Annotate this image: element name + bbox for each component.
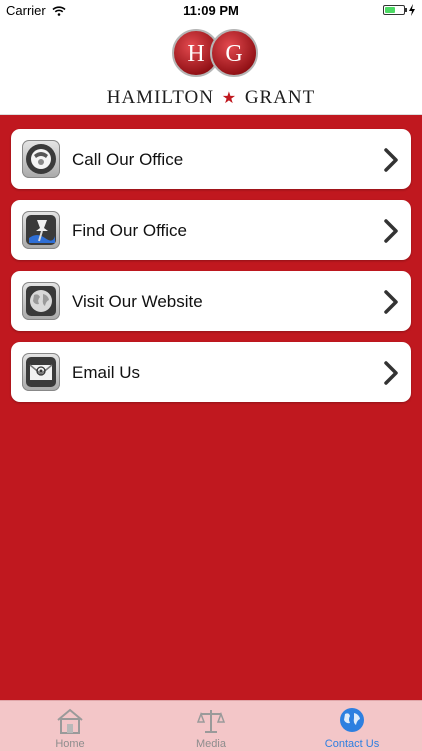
charging-icon <box>409 4 415 16</box>
scales-icon <box>196 710 226 733</box>
tab-bar: Home Media Contact Us <box>0 700 422 751</box>
status-time: 11:09 PM <box>183 3 239 18</box>
phone-icon <box>22 140 60 178</box>
email-icon <box>22 353 60 391</box>
logo-monogram-h: H <box>187 41 204 67</box>
call-office-label: Call Our Office <box>72 150 184 169</box>
hg-logo-icon: H G <box>172 29 258 77</box>
tab-contact-us[interactable]: Contact Us <box>282 701 422 751</box>
map-pin-icon <box>22 211 60 249</box>
tab-media[interactable]: Media <box>141 701 281 751</box>
email-us-label: Email Us <box>72 363 141 382</box>
visit-website-button[interactable]: Visit Our Website <box>11 271 411 331</box>
brand-right-name: GRANT <box>244 87 316 108</box>
app-header: H G HAMILTON ★ GRANT <box>0 20 422 115</box>
visit-website-label: Visit Our Website <box>72 292 203 311</box>
tab-contact-us-label: Contact Us <box>324 738 380 750</box>
chevron-right-icon <box>384 148 398 172</box>
tab-media-label: Media <box>196 738 226 750</box>
chevron-right-icon <box>384 361 398 385</box>
status-right <box>383 4 416 16</box>
brand-name: HAMILTON ★ GRANT <box>0 87 422 109</box>
tab-home-label: Home <box>55 738 85 750</box>
email-us-button[interactable]: Email Us <box>11 342 411 402</box>
chevron-right-icon <box>384 219 398 243</box>
status-bar: Carrier 11:09 PM <box>0 0 422 20</box>
call-office-button[interactable]: Call Our Office <box>11 129 411 189</box>
logo-monogram-g: G <box>225 41 242 67</box>
tab-home[interactable]: Home <box>0 701 140 751</box>
chevron-right-icon <box>384 290 398 314</box>
texas-star-icon: ★ <box>221 90 238 107</box>
globe-icon <box>340 708 364 732</box>
contact-menu: Call Our Office Find Our Office Visit Ou… <box>11 129 411 413</box>
globe-icon <box>22 282 60 320</box>
home-icon <box>57 708 83 734</box>
battery-icon <box>383 5 407 15</box>
find-office-label: Find Our Office <box>72 221 187 240</box>
find-office-button[interactable]: Find Our Office <box>11 200 411 260</box>
brand-left-name: HAMILTON <box>106 87 214 108</box>
battery-fill <box>385 7 395 13</box>
